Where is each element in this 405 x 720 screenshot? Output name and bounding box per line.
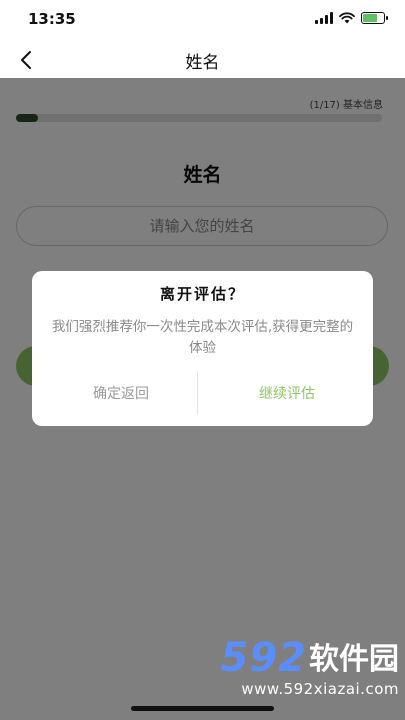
watermark-url: www.592xiazai.com [241,680,399,698]
dialog-divider [197,371,198,415]
watermark-number: 592 [220,635,307,681]
dialog-message: 我们强烈推荐你一次性完成本次评估,获得更完整的体验 [51,319,354,356]
leave-dialog: 离开评估？ 我们强烈推荐你一次性完成本次评估,获得更完整的体验 确定返回 继续评… [32,271,373,426]
status-time: 13:35 [28,10,76,28]
page-title: 姓名 [185,53,220,73]
confirm-leave-button[interactable]: 确定返回 [46,371,196,415]
continue-assessment-button[interactable]: 继续评估 [212,371,362,415]
status-icons [315,12,388,24]
watermark-name: 软件园 [309,642,399,677]
status-bar: 13:35 [0,0,405,40]
battery-charging-icon [361,12,388,24]
wifi-icon [339,12,355,24]
signal-icon [315,12,333,24]
dialog-title: 离开评估？ [159,285,245,303]
watermark-logo: 592 软件园 www.592xiazai.com [199,635,400,716]
nav-bar: 姓名 [0,40,405,78]
